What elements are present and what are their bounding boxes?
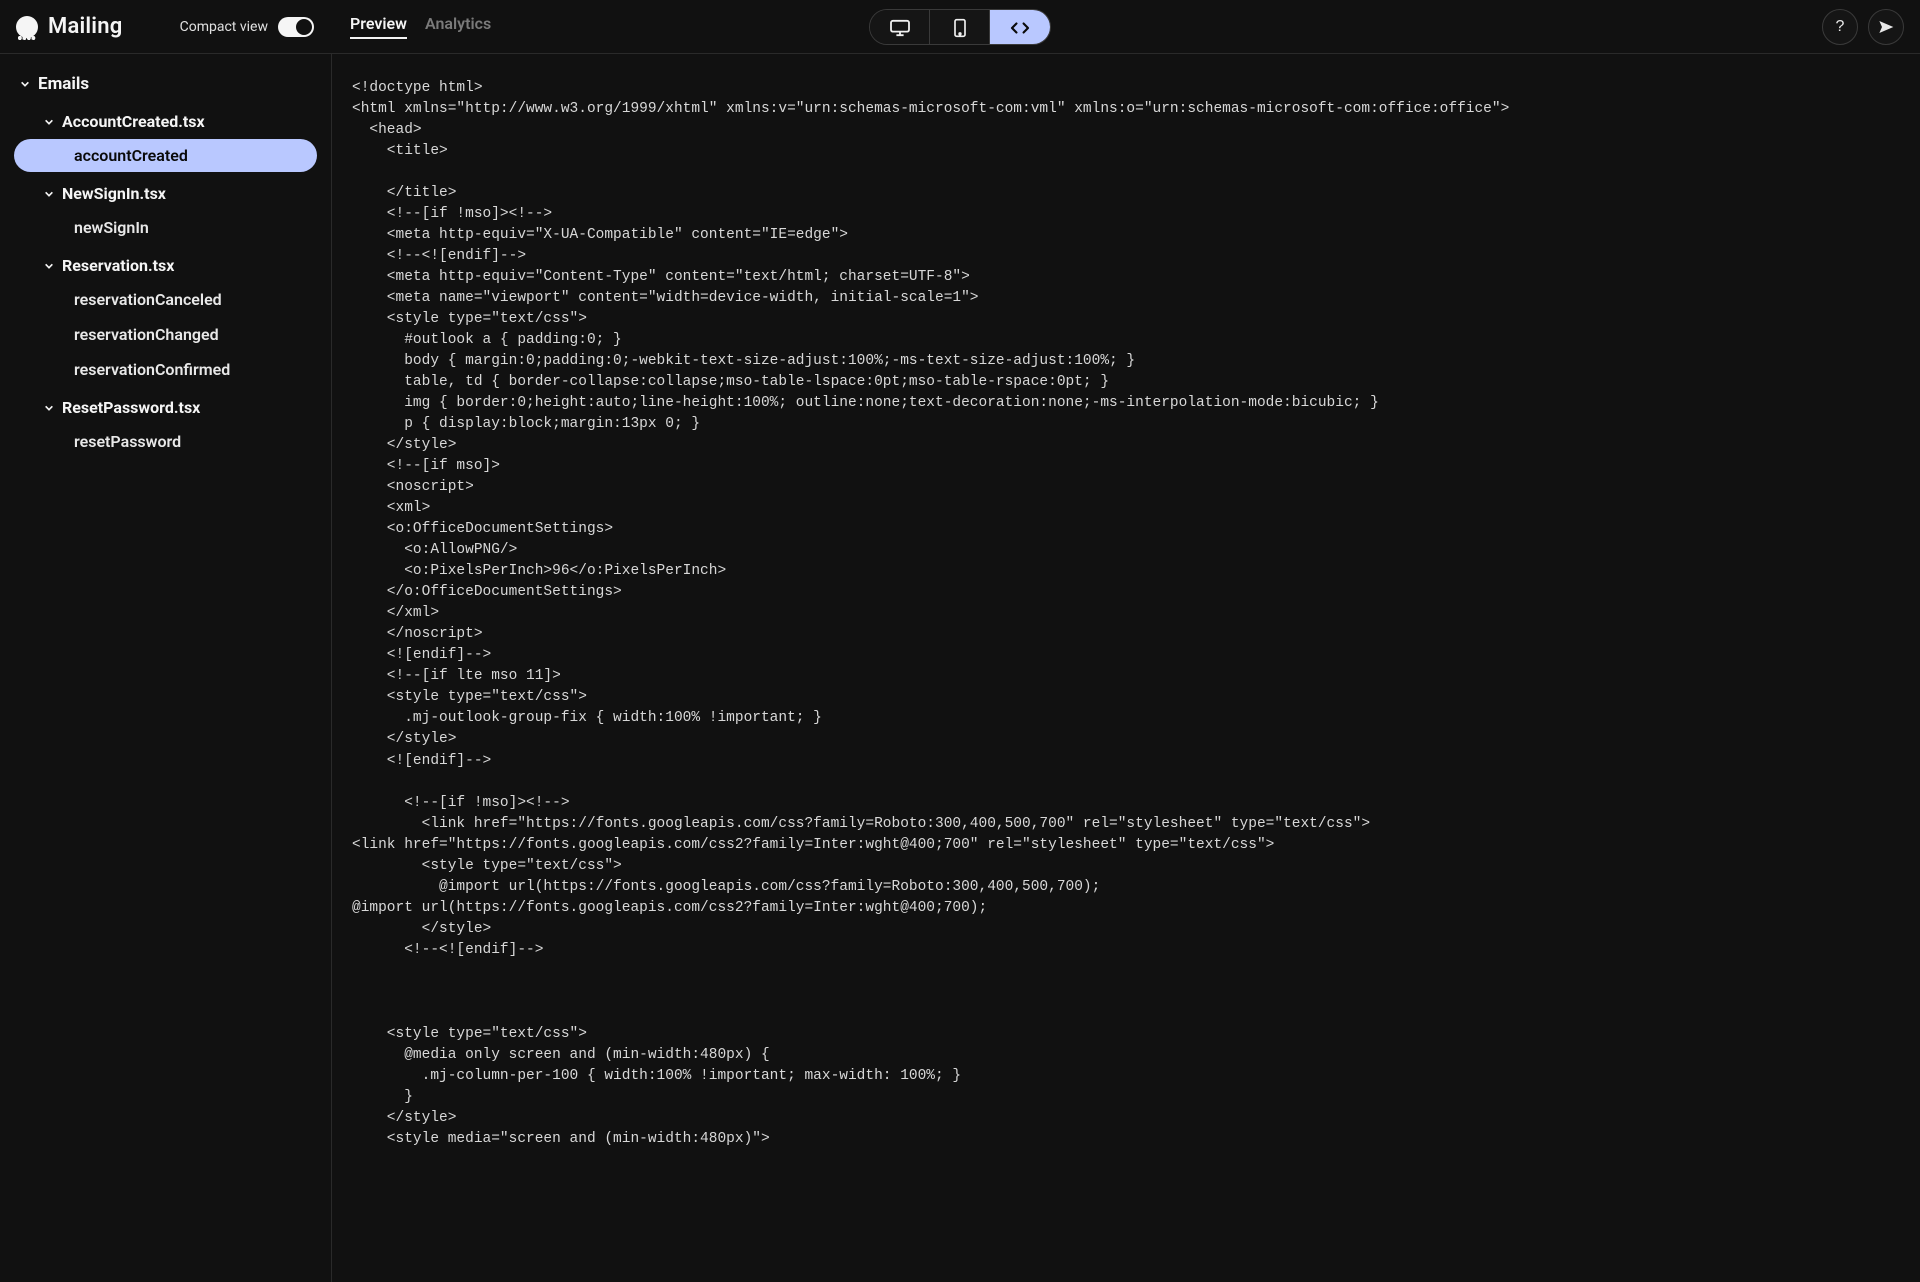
sidebar-item[interactable]: reservationChanged — [14, 318, 317, 351]
code-preview-panel: <!doctype html> <html xmlns="http://www.… — [332, 54, 1920, 1282]
logo-icon — [16, 16, 38, 38]
sidebar-item[interactable]: reservationCanceled — [14, 283, 317, 316]
chevron-down-icon — [44, 403, 54, 413]
help-icon: ? — [1836, 18, 1845, 36]
chevron-down-icon — [44, 117, 54, 127]
compact-view-label: Compact view — [180, 19, 268, 35]
view-tabs: Preview Analytics — [350, 14, 491, 39]
sidebar-root-label: Emails — [38, 74, 89, 94]
topbar: Mailing Compact view Preview Analytics — [0, 0, 1920, 54]
send-icon — [1878, 19, 1894, 35]
device-switcher — [869, 9, 1051, 45]
sidebar-item[interactable]: accountCreated — [14, 139, 317, 172]
sidebar: Emails AccountCreated.tsx accountCreated N… — [0, 54, 332, 1282]
sidebar-group-label: NewSignIn.tsx — [62, 184, 166, 203]
device-mobile-button[interactable] — [930, 10, 990, 45]
email-source-code[interactable]: <!doctype html> <html xmlns="http://www.… — [352, 78, 1900, 1150]
logo-area: Mailing Compact view — [16, 14, 332, 39]
sidebar-group[interactable]: AccountCreated.tsx — [10, 106, 321, 137]
device-desktop-button[interactable] — [870, 10, 930, 45]
sidebar-group[interactable]: Reservation.tsx — [10, 250, 321, 281]
app-title: Mailing — [48, 14, 122, 39]
sidebar-group-label: ResetPassword.tsx — [62, 398, 200, 417]
topbar-right: ? — [1822, 9, 1904, 45]
toggle-switch[interactable] — [278, 17, 314, 37]
toggle-knob — [296, 19, 312, 35]
sidebar-root-emails[interactable]: Emails — [10, 68, 321, 100]
chevron-down-icon — [44, 261, 54, 271]
chevron-down-icon — [20, 79, 30, 89]
compact-view-toggle[interactable]: Compact view — [180, 17, 314, 37]
send-button[interactable] — [1868, 9, 1904, 45]
sidebar-group-label: AccountCreated.tsx — [62, 112, 205, 131]
mobile-icon — [953, 18, 967, 38]
sidebar-group-label: Reservation.tsx — [62, 256, 174, 275]
sidebar-group[interactable]: NewSignIn.tsx — [10, 178, 321, 209]
help-button[interactable]: ? — [1822, 9, 1858, 45]
device-code-button[interactable] — [990, 10, 1050, 45]
sidebar-item[interactable]: reservationConfirmed — [14, 353, 317, 386]
desktop-icon — [889, 19, 911, 37]
code-icon — [1009, 20, 1031, 36]
chevron-down-icon — [44, 189, 54, 199]
sidebar-group[interactable]: ResetPassword.tsx — [10, 392, 321, 423]
sidebar-item[interactable]: resetPassword — [14, 425, 317, 458]
tab-analytics[interactable]: Analytics — [425, 14, 491, 39]
tab-preview[interactable]: Preview — [350, 14, 407, 39]
sidebar-item[interactable]: newSignIn — [14, 211, 317, 244]
